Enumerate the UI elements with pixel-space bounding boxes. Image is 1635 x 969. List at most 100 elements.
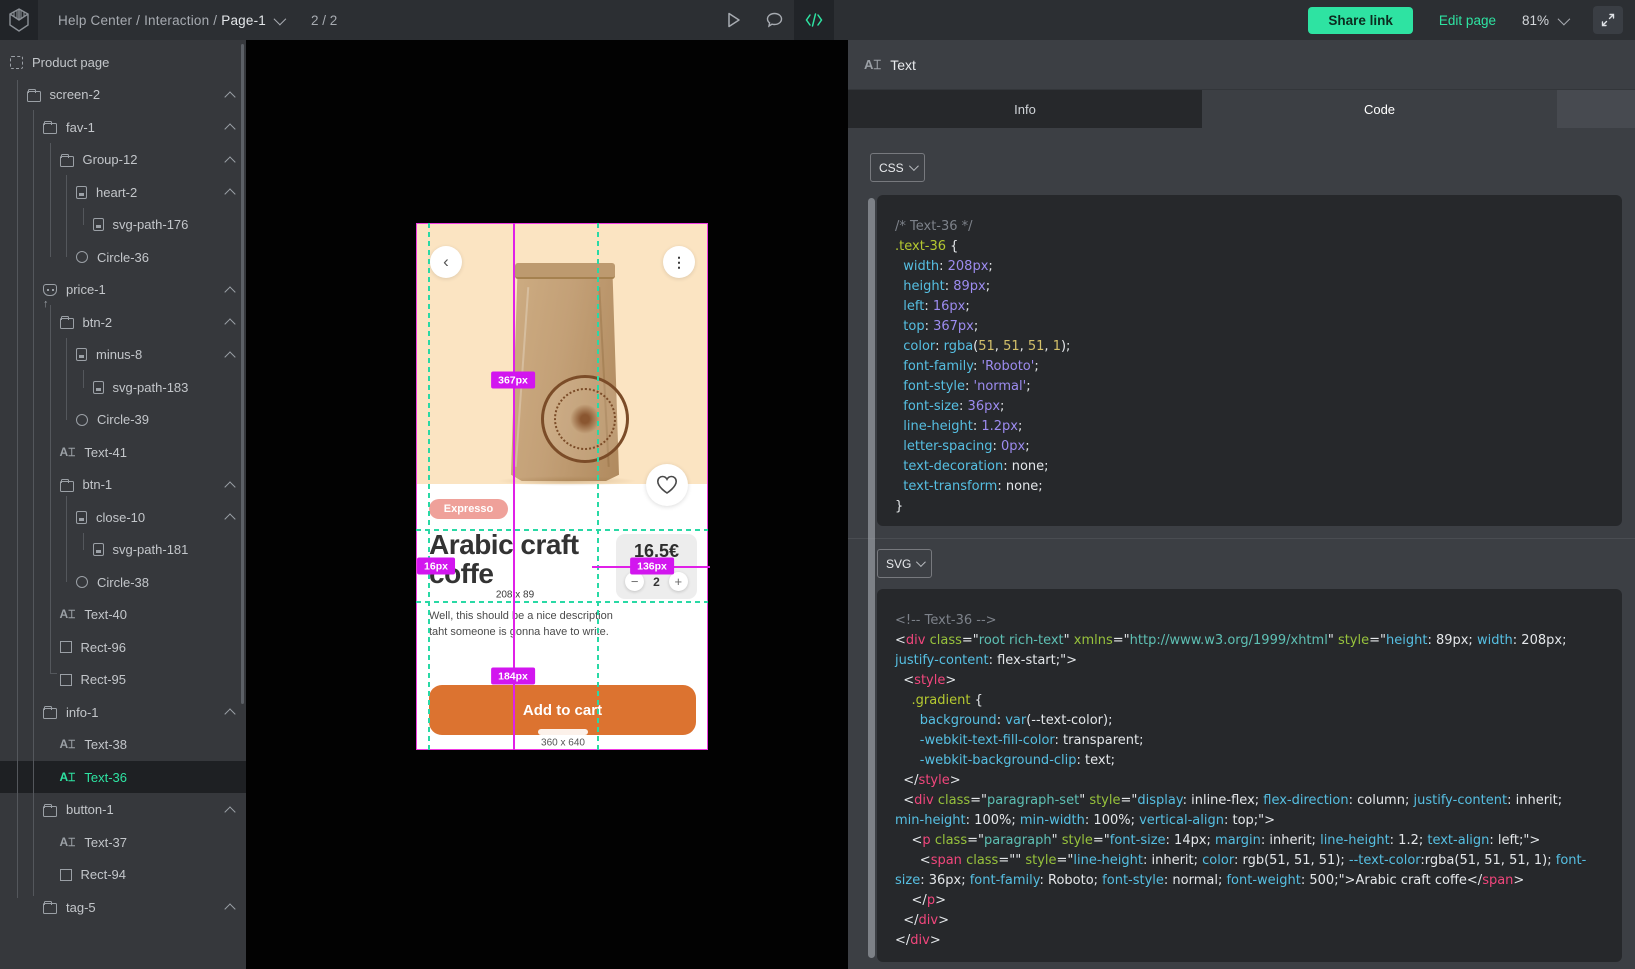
layer-item-text-41[interactable]: A⌶Text-41 bbox=[0, 436, 246, 468]
text-icon: A⌶ bbox=[60, 738, 76, 751]
tab-info[interactable]: Info bbox=[848, 90, 1202, 128]
layer-item-product page[interactable]: Product page bbox=[0, 46, 246, 78]
css-code-lines: /* Text-36 */.text-36 { width: 208px; he… bbox=[877, 195, 1622, 526]
css-code-block[interactable]: /* Text-36 */.text-36 { width: 208px; he… bbox=[877, 195, 1622, 526]
layer-item-circle-36[interactable]: Circle-36 bbox=[0, 241, 246, 273]
layer-label: Product page bbox=[32, 55, 109, 70]
layer-item-btn-1[interactable]: btn-1 bbox=[0, 469, 246, 501]
panel-scrollbar[interactable] bbox=[868, 198, 875, 958]
layer-item-price-1[interactable]: price-1↑ bbox=[0, 274, 246, 306]
chevron-up-icon[interactable] bbox=[224, 351, 235, 362]
layer-item-rect-94[interactable]: Rect-94 bbox=[0, 859, 246, 891]
play-button[interactable] bbox=[714, 0, 754, 40]
css-code-line: text-transform: none; bbox=[895, 477, 1608, 497]
product-page-mockup[interactable]: ‹ ⋮ Expresso Arabic craft coffe 16.5€ − … bbox=[416, 223, 708, 750]
chevron-up-icon[interactable] bbox=[224, 123, 235, 134]
svg-code-block[interactable]: <!-- Text-36 --><div class="root rich-te… bbox=[877, 589, 1622, 962]
layer-item-heart-2[interactable]: heart-2 bbox=[0, 176, 246, 208]
play-icon bbox=[727, 12, 741, 28]
layer-item-info-1[interactable]: info-1 bbox=[0, 696, 246, 728]
add-to-cart-button[interactable]: Add to cart bbox=[429, 685, 696, 735]
chevron-up-icon[interactable] bbox=[224, 91, 235, 102]
tab-spacer bbox=[1557, 90, 1635, 128]
chevron-down-icon bbox=[916, 557, 926, 567]
back-button[interactable]: ‹ bbox=[430, 246, 462, 278]
breadcrumb[interactable]: Help Center / Interaction / Page-1 bbox=[58, 13, 283, 28]
layer-label: Circle-38 bbox=[97, 575, 149, 590]
share-link-button[interactable]: Share link bbox=[1308, 7, 1413, 34]
zoom-control[interactable]: 81% bbox=[1522, 13, 1567, 28]
file-icon bbox=[93, 381, 104, 394]
code-view-button[interactable] bbox=[794, 0, 834, 40]
layer-item-svg-path-181[interactable]: svg-path-181 bbox=[0, 534, 246, 566]
css-code-line: } bbox=[895, 497, 1608, 517]
layer-item-rect-95[interactable]: Rect-95 bbox=[0, 664, 246, 696]
guide-line-right bbox=[597, 223, 599, 750]
layer-item-button-1[interactable]: button-1 bbox=[0, 794, 246, 826]
edit-page-link[interactable]: Edit page bbox=[1439, 13, 1496, 28]
layer-item-circle-39[interactable]: Circle-39 bbox=[0, 404, 246, 436]
tree-indent-guide bbox=[66, 338, 67, 420]
layer-label: price-1 bbox=[66, 282, 106, 297]
minus-button[interactable]: − bbox=[625, 572, 644, 591]
layer-item-fav-1[interactable]: fav-1 bbox=[0, 111, 246, 143]
layer-label: tag-5 bbox=[66, 900, 96, 915]
layer-item-text-38[interactable]: A⌶Text-38 bbox=[0, 729, 246, 761]
layers-sidebar: Product page screen-2fav-1Group-12heart-2… bbox=[0, 40, 246, 969]
chevron-up-icon[interactable] bbox=[224, 806, 235, 817]
layer-item-minus-8[interactable]: minus-8 bbox=[0, 339, 246, 371]
css-code-line: letter-spacing: 0px; bbox=[895, 437, 1608, 457]
more-options-button[interactable]: ⋮ bbox=[663, 246, 695, 278]
bag-shadow bbox=[497, 476, 637, 486]
layer-label: Circle-39 bbox=[97, 412, 149, 427]
layer-item-text-40[interactable]: A⌶Text-40 bbox=[0, 599, 246, 631]
coffee-bag-image bbox=[507, 257, 623, 483]
measurement-badge-bottom: 184px bbox=[491, 668, 535, 685]
chevron-up-icon[interactable] bbox=[224, 286, 235, 297]
chevron-up-icon[interactable] bbox=[224, 481, 235, 492]
text-icon: A⌶ bbox=[60, 836, 76, 849]
comment-button[interactable] bbox=[754, 0, 794, 40]
layer-item-close-10[interactable]: close-10 bbox=[0, 501, 246, 533]
kebab-menu-icon: ⋮ bbox=[672, 254, 686, 271]
topbar-right: Share link Edit page 81% bbox=[1308, 0, 1623, 40]
chevron-up-icon[interactable] bbox=[224, 188, 235, 199]
layer-item-svg-path-183[interactable]: svg-path-183 bbox=[0, 371, 246, 403]
app-logo[interactable] bbox=[0, 0, 38, 40]
layer-item-tag-5[interactable]: tag-5 bbox=[0, 891, 246, 923]
chevron-up-icon[interactable] bbox=[224, 156, 235, 167]
plus-button[interactable]: + bbox=[669, 572, 688, 591]
layer-item-group-12[interactable]: Group-12 bbox=[0, 144, 246, 176]
chevron-up-icon[interactable] bbox=[224, 708, 235, 719]
layer-label: button-1 bbox=[66, 802, 114, 817]
chevron-up-icon[interactable] bbox=[224, 318, 235, 329]
layer-item-rect-96[interactable]: Rect-96 bbox=[0, 631, 246, 663]
layer-item-text-37[interactable]: A⌶Text-37 bbox=[0, 826, 246, 858]
folder-icon bbox=[43, 123, 57, 134]
chevron-down-icon bbox=[274, 12, 287, 25]
file-icon bbox=[93, 543, 104, 556]
svg-code-line: <span class="" style="line-height: inher… bbox=[895, 851, 1608, 871]
css-code-line: /* Text-36 */ bbox=[895, 217, 1608, 237]
category-tag[interactable]: Expresso bbox=[429, 499, 508, 519]
fullscreen-button[interactable] bbox=[1593, 6, 1623, 34]
layer-item-svg-path-176[interactable]: svg-path-176 bbox=[0, 209, 246, 241]
css-format-select[interactable]: CSS bbox=[870, 153, 925, 182]
layer-item-circle-38[interactable]: Circle-38 bbox=[0, 566, 246, 598]
design-canvas[interactable]: ‹ ⋮ Expresso Arabic craft coffe 16.5€ − … bbox=[246, 40, 848, 969]
css-code-line: font-style: 'normal'; bbox=[895, 377, 1608, 397]
favorite-button[interactable] bbox=[646, 464, 688, 506]
tab-code[interactable]: Code bbox=[1202, 90, 1557, 128]
svg-code-line: <style> bbox=[895, 671, 1608, 691]
chevron-up-icon[interactable] bbox=[224, 513, 235, 524]
layer-item-btn-2[interactable]: btn-2 bbox=[0, 306, 246, 338]
svg-format-select[interactable]: SVG bbox=[877, 549, 932, 578]
sidebar-scrollbar[interactable] bbox=[241, 44, 244, 704]
layer-item-screen-2[interactable]: screen-2 bbox=[0, 79, 246, 111]
layer-item-text-36[interactable]: A⌶Text-36 bbox=[0, 761, 246, 793]
chevron-up-icon[interactable] bbox=[224, 903, 235, 914]
svg-code-line: <!-- Text-36 --> bbox=[895, 611, 1608, 631]
circle-icon bbox=[76, 414, 88, 426]
tree-indent-guide bbox=[83, 208, 84, 225]
expand-icon bbox=[1601, 13, 1615, 27]
